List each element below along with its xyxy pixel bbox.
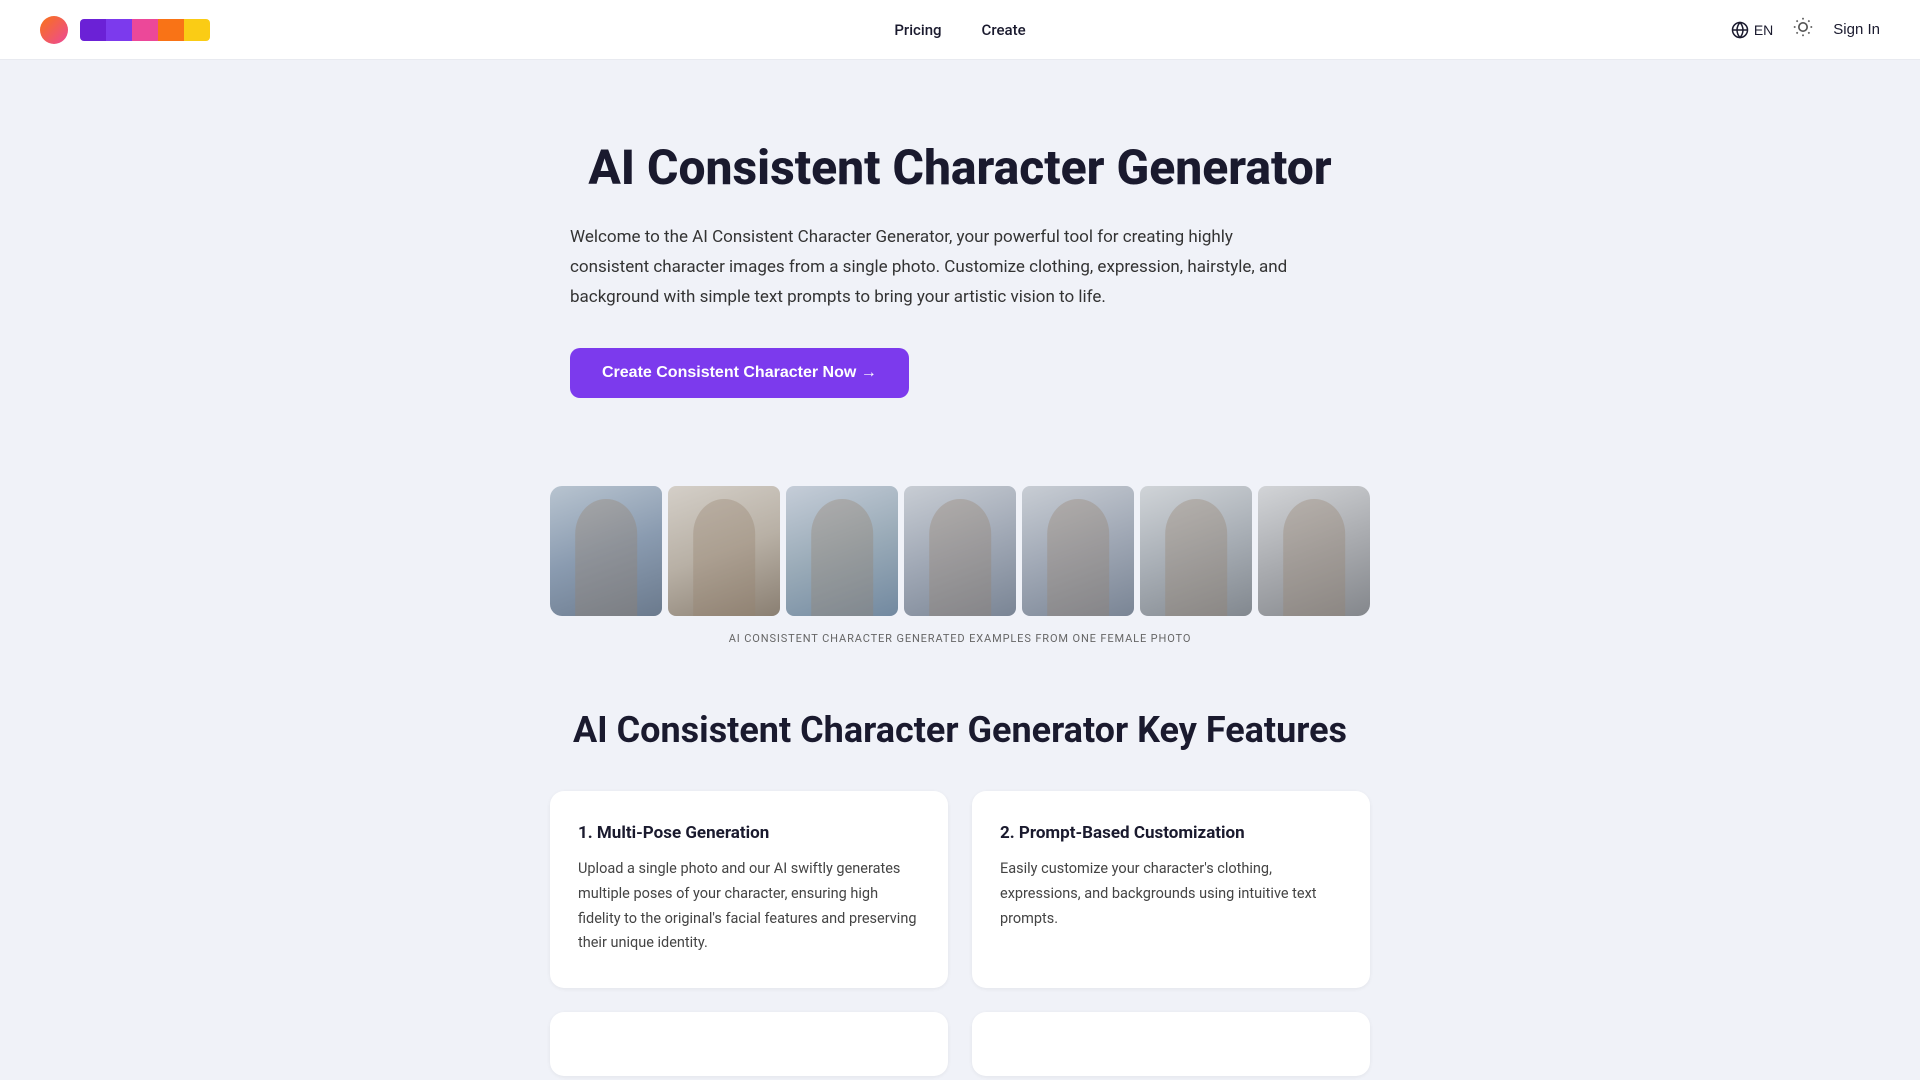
gallery-image-7	[1258, 486, 1370, 616]
hero-description: Welcome to the AI Consistent Character G…	[570, 223, 1310, 312]
feature-card-1-title: 1. Multi-Pose Generation	[578, 823, 920, 843]
globe-icon	[1731, 21, 1749, 39]
nav-links: Pricing Create	[894, 21, 1025, 39]
theme-toggle-button[interactable]	[1793, 17, 1813, 42]
gallery-section: AI CONSISTENT CHARACTER GENERATED EXAMPL…	[510, 486, 1410, 645]
feature-card-2-desc: Easily customize your character's clothi…	[1000, 857, 1342, 931]
feature-card-2-title: 2. Prompt-Based Customization	[1000, 823, 1342, 843]
nav-create[interactable]: Create	[982, 21, 1026, 39]
sign-in-button[interactable]: Sign In	[1833, 21, 1880, 38]
gallery-image-2	[668, 486, 780, 616]
gallery-image-3	[786, 486, 898, 616]
logo-color-bar	[80, 19, 210, 41]
sun-icon	[1793, 17, 1813, 37]
cta-button[interactable]: Create Consistent Character Now →	[570, 348, 909, 398]
gallery-strip	[550, 486, 1370, 616]
logo-area	[40, 16, 210, 44]
features-grid-bottom	[550, 1012, 1370, 1076]
gallery-image-4	[904, 486, 1016, 616]
hero-title: AI Consistent Character Generator	[570, 140, 1350, 195]
features-grid: 1. Multi-Pose Generation Upload a single…	[550, 791, 1370, 988]
logo-icon	[40, 16, 68, 44]
feature-card-3-partial	[550, 1012, 948, 1076]
lang-label: EN	[1754, 22, 1773, 38]
navbar-right: EN Sign In	[1731, 17, 1880, 42]
gallery-image-1	[550, 486, 662, 616]
feature-card-2: 2. Prompt-Based Customization Easily cus…	[972, 791, 1370, 988]
navbar: Pricing Create EN Sign	[0, 0, 1920, 60]
hero-section: AI Consistent Character Generator Welcom…	[530, 60, 1390, 438]
gallery-image-5	[1022, 486, 1134, 616]
features-section: AI Consistent Character Generator Key Fe…	[510, 709, 1410, 1076]
feature-card-4-partial	[972, 1012, 1370, 1076]
language-button[interactable]: EN	[1731, 21, 1773, 39]
nav-pricing[interactable]: Pricing	[894, 21, 941, 39]
feature-card-1: 1. Multi-Pose Generation Upload a single…	[550, 791, 948, 988]
feature-card-1-desc: Upload a single photo and our AI swiftly…	[578, 857, 920, 956]
gallery-caption: AI CONSISTENT CHARACTER GENERATED EXAMPL…	[550, 632, 1370, 645]
gallery-image-6	[1140, 486, 1252, 616]
features-title: AI Consistent Character Generator Key Fe…	[550, 709, 1370, 751]
